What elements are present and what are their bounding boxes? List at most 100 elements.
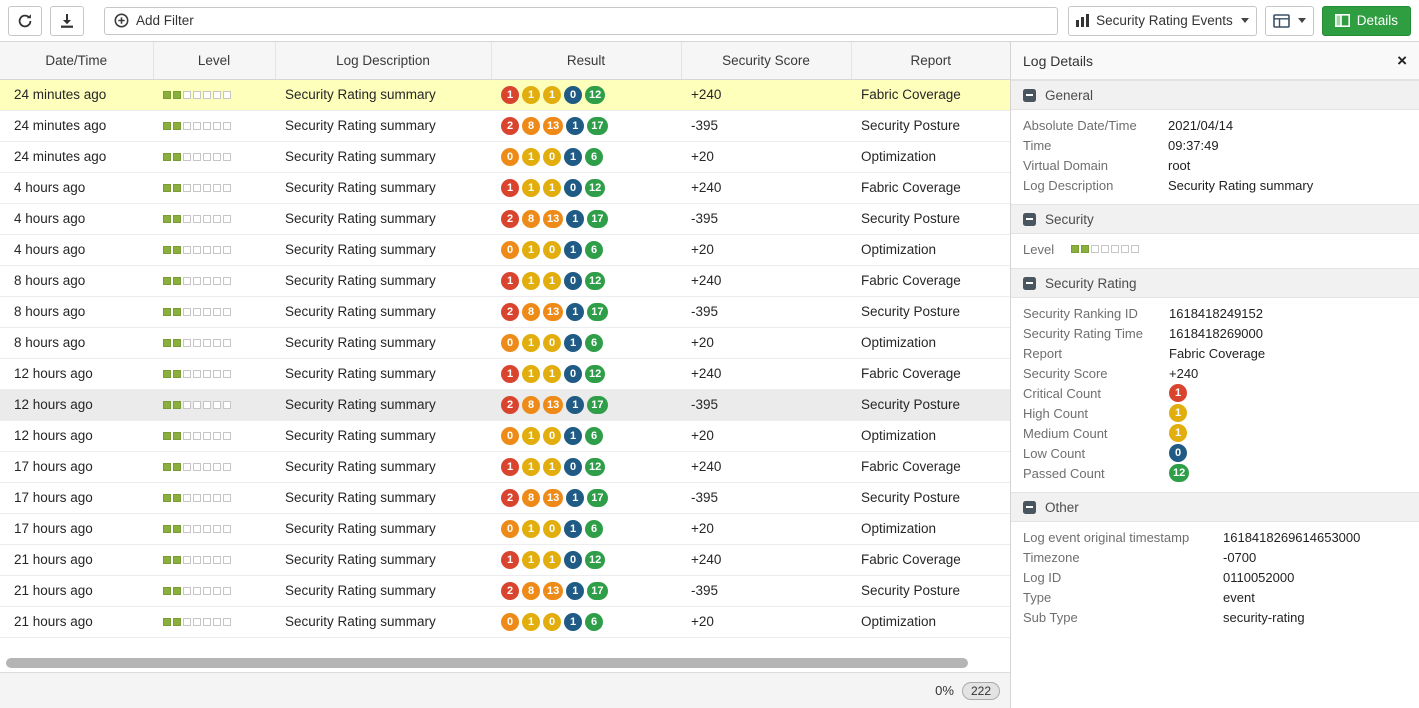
table-row[interactable]: 21 hours agoSecurity Rating summary01016…	[0, 606, 1010, 637]
detail-field: High Count1	[1011, 403, 1419, 423]
table-settings-dropdown[interactable]	[1265, 6, 1314, 36]
refresh-button[interactable]	[8, 6, 42, 36]
cell-description: Security Rating summary	[275, 544, 491, 575]
level-indicator	[163, 308, 233, 316]
count-badge: 1	[564, 241, 582, 259]
cell-result: 2813117	[491, 482, 681, 513]
cell-result: 111012	[491, 544, 681, 575]
column-header-security-score[interactable]: Security Score	[681, 42, 851, 79]
count-badge: 1	[543, 365, 561, 383]
collapse-minus-icon[interactable]	[1023, 89, 1036, 102]
table-row[interactable]: 24 minutes agoSecurity Rating summary010…	[0, 141, 1010, 172]
log-viewer-app: Add Filter Security Rating Events	[0, 0, 1419, 708]
cell-datetime: 4 hours ago	[0, 172, 153, 203]
field-value: 1618418249152	[1169, 306, 1263, 321]
view-selector-dropdown[interactable]: Security Rating Events	[1068, 6, 1257, 36]
collapse-minus-icon[interactable]	[1023, 501, 1036, 514]
detail-field: ReportFabric Coverage	[1011, 343, 1419, 363]
table-row[interactable]: 4 hours agoSecurity Rating summary281311…	[0, 203, 1010, 234]
field-label: High Count	[1023, 406, 1169, 421]
cell-level	[153, 110, 275, 141]
field-label: Log Description	[1023, 178, 1168, 193]
count-badge: 1	[501, 365, 519, 383]
cell-result: 01016	[491, 420, 681, 451]
count-badge: 13	[543, 582, 563, 600]
collapse-minus-icon[interactable]	[1023, 213, 1036, 226]
section-header-general[interactable]: General	[1011, 80, 1419, 110]
cell-result: 111012	[491, 265, 681, 296]
log-details-panel: Log Details × GeneralAbsolute Date/Time2…	[1010, 42, 1419, 708]
cell-score: +240	[681, 265, 851, 296]
status-bar: 0% 222	[0, 672, 1010, 708]
section-header-security[interactable]: Security	[1011, 204, 1419, 234]
detail-field: Level	[1011, 239, 1419, 259]
cell-level	[153, 172, 275, 203]
field-label: Report	[1023, 346, 1169, 361]
table-row[interactable]: 24 minutes agoSecurity Rating summary111…	[0, 79, 1010, 110]
cell-description: Security Rating summary	[275, 451, 491, 482]
count-badge: 12	[585, 179, 605, 197]
cell-score: -395	[681, 575, 851, 606]
section-header-security-rating[interactable]: Security Rating	[1011, 268, 1419, 298]
horizontal-scrollbar[interactable]	[0, 655, 1010, 672]
field-value: Security Rating summary	[1168, 178, 1313, 193]
cell-report: Security Posture	[851, 203, 1010, 234]
count-badge: 0	[564, 86, 582, 104]
cell-result: 2813117	[491, 203, 681, 234]
close-icon[interactable]: ×	[1397, 52, 1407, 69]
table-row[interactable]: 4 hours agoSecurity Rating summary01016+…	[0, 234, 1010, 265]
level-indicator	[163, 525, 233, 533]
toolbar: Add Filter Security Rating Events	[0, 0, 1419, 42]
field-label: Security Score	[1023, 366, 1169, 381]
column-header-report[interactable]: Report	[851, 42, 1010, 79]
panel-body: GeneralAbsolute Date/Time2021/04/14Time0…	[1011, 80, 1419, 708]
cell-result: 111012	[491, 451, 681, 482]
table-row[interactable]: 8 hours agoSecurity Rating summary281311…	[0, 296, 1010, 327]
cell-report: Security Posture	[851, 389, 1010, 420]
column-header-date-time[interactable]: Date/Time	[0, 42, 153, 79]
table-row[interactable]: 17 hours ago Security Rating summary11101…	[0, 451, 1010, 482]
cell-datetime: 17 hours ago	[0, 451, 153, 482]
table-row[interactable]: 17 hours agoSecurity Rating summary01016…	[0, 513, 1010, 544]
column-header-log-description[interactable]: Log Description	[275, 42, 491, 79]
table-row[interactable]: 12 hours agoSecurity Rating summary01016…	[0, 420, 1010, 451]
count-badge: 2	[501, 582, 519, 600]
cell-score: -395	[681, 389, 851, 420]
cell-datetime: 24 minutes ago	[0, 79, 153, 110]
table-row[interactable]: 17 hours agoSecurity Rating summary28131…	[0, 482, 1010, 513]
cell-level	[153, 203, 275, 234]
panel-title: Log Details	[1023, 53, 1093, 69]
table-row[interactable]: 8 hours agoSecurity Rating summary111012…	[0, 265, 1010, 296]
count-badge: 1	[564, 520, 582, 538]
count-badge: 6	[585, 241, 603, 259]
table-row[interactable]: 12 hours agoSecurity Rating summary28131…	[0, 389, 1010, 420]
download-button[interactable]	[50, 6, 84, 36]
details-button[interactable]: Details	[1322, 6, 1411, 36]
table-row[interactable]: 21 hours agoSecurity Rating summary28131…	[0, 575, 1010, 606]
table-row[interactable]: 8 hours agoSecurity Rating summary01016+…	[0, 327, 1010, 358]
field-label: Security Rating Time	[1023, 326, 1169, 341]
cell-report: Fabric Coverage	[851, 358, 1010, 389]
section-body: Log event original timestamp161841826961…	[1011, 522, 1419, 636]
table-header-row: Date/TimeLevelLog DescriptionResultSecur…	[0, 42, 1010, 79]
table-row[interactable]: 21 hours agoSecurity Rating summary11101…	[0, 544, 1010, 575]
cell-description: Security Rating summary	[275, 203, 491, 234]
detail-field: Sub Typesecurity-rating	[1011, 607, 1419, 627]
collapse-minus-icon[interactable]	[1023, 277, 1036, 290]
count-badge: 12	[585, 458, 605, 476]
cell-level	[153, 141, 275, 172]
add-filter-input[interactable]: Add Filter	[104, 7, 1058, 35]
table-row[interactable]: 24 minutes agoSecurity Rating summary281…	[0, 110, 1010, 141]
count-badge: 1	[566, 117, 584, 135]
scrollbar-thumb[interactable]	[6, 658, 968, 668]
count-badge: 1	[522, 86, 540, 104]
column-header-level[interactable]: Level	[153, 42, 275, 79]
count-badge: 1	[501, 272, 519, 290]
cell-description: Security Rating summary	[275, 265, 491, 296]
section-header-other[interactable]: Other	[1011, 492, 1419, 522]
field-value: event	[1223, 590, 1255, 605]
table-row[interactable]: 12 hours agoSecurity Rating summary11101…	[0, 358, 1010, 389]
table-row[interactable]: 4 hours agoSecurity Rating summary111012…	[0, 172, 1010, 203]
column-header-result[interactable]: Result	[491, 42, 681, 79]
detail-field: Medium Count1	[1011, 423, 1419, 443]
